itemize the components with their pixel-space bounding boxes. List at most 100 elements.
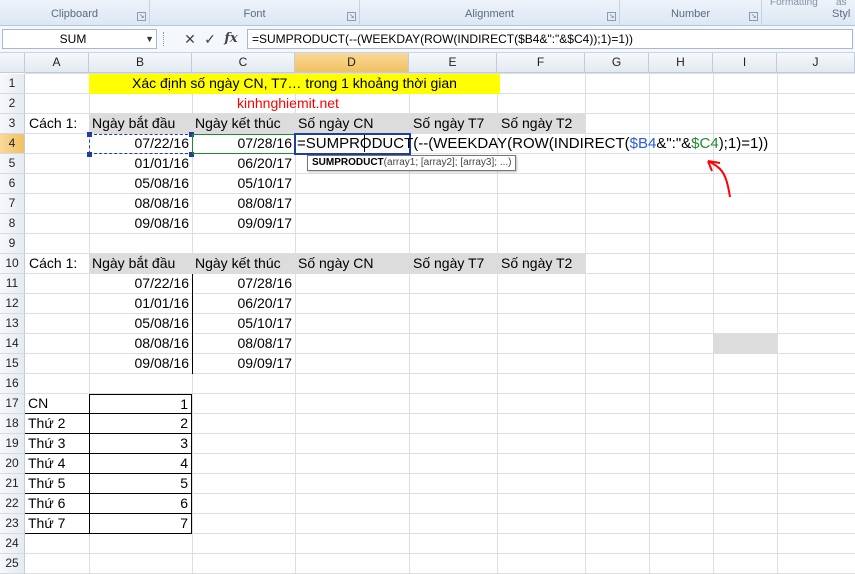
- header-start-date-2[interactable]: Ngày bắt đầu: [92, 254, 175, 274]
- weekday-name-cell[interactable]: Thứ 7: [25, 514, 89, 534]
- row-header-2[interactable]: 2: [0, 94, 25, 114]
- as-label[interactable]: as: [836, 0, 847, 8]
- header-saturday-count-2[interactable]: Số ngày T7: [413, 254, 484, 274]
- end-date-cell[interactable]: 06/20/17: [192, 154, 295, 174]
- alignment-launcher-icon[interactable]: ↘: [607, 12, 616, 21]
- col-header-j[interactable]: J: [777, 53, 855, 73]
- row-header-25[interactable]: 25: [0, 554, 25, 574]
- weekday-number-cell[interactable]: 5: [89, 474, 192, 494]
- row-header-20[interactable]: 20: [0, 454, 25, 474]
- row-header-23[interactable]: 23: [0, 514, 25, 534]
- method-label-1[interactable]: Cách 1:: [29, 114, 77, 134]
- row-header-10[interactable]: 10: [0, 254, 25, 274]
- row-header-8[interactable]: 8: [0, 214, 25, 234]
- col-header-d[interactable]: D: [295, 53, 409, 73]
- row-header-18[interactable]: 18: [0, 414, 25, 434]
- row-header-22[interactable]: 22: [0, 494, 25, 514]
- header-end-date-2[interactable]: Ngày kết thúc: [195, 254, 281, 274]
- row-header-12[interactable]: 12: [0, 294, 25, 314]
- enter-check-icon[interactable]: ✓: [201, 31, 219, 49]
- weekday-number-cell[interactable]: 6: [89, 494, 192, 514]
- end-date-cell[interactable]: 06/20/17: [192, 294, 295, 314]
- name-box-dropdown-icon[interactable]: ▼: [145, 30, 154, 48]
- in-cell-formula[interactable]: =SUMPRODUCT(--(WEEKDAY(ROW(INDIRECT($B4&…: [297, 134, 768, 154]
- end-date-cell[interactable]: 09/09/17: [192, 214, 295, 234]
- weekday-name-cell[interactable]: Thứ 6: [25, 494, 89, 514]
- start-date-cell[interactable]: 01/01/16: [89, 154, 192, 174]
- row-header-16[interactable]: 16: [0, 374, 25, 394]
- end-date-cell[interactable]: 07/28/16: [192, 274, 295, 294]
- start-date-cell[interactable]: 08/08/16: [89, 194, 192, 214]
- weekday-number-cell[interactable]: 7: [89, 514, 192, 534]
- weekday-name-cell[interactable]: Thứ 2: [25, 414, 89, 434]
- header-start-date-1[interactable]: Ngày bắt đầu: [92, 114, 175, 134]
- start-date-cell[interactable]: 07/22/16: [89, 274, 192, 294]
- row-header-11[interactable]: 11: [0, 274, 25, 294]
- row-header-21[interactable]: 21: [0, 474, 25, 494]
- start-date-cell[interactable]: 09/08/16: [89, 354, 192, 374]
- number-launcher-icon[interactable]: ↘: [749, 12, 758, 21]
- sheet-title[interactable]: Xác định số ngày CN, T7… trong 1 khoảng …: [89, 74, 500, 94]
- weekday-number-cell[interactable]: 2: [89, 414, 192, 434]
- ref-box-c4: [192, 134, 296, 154]
- header-end-date-1[interactable]: Ngày kết thúc: [195, 114, 281, 134]
- cancel-icon[interactable]: ✕: [181, 31, 199, 49]
- function-tooltip[interactable]: SUMPRODUCT(array1; [array2]; [array3]; .…: [307, 155, 517, 171]
- insert-function-icon[interactable]: fx: [222, 31, 240, 49]
- select-all-corner[interactable]: [0, 53, 25, 73]
- row-header-19[interactable]: 19: [0, 434, 25, 454]
- weekday-number-cell[interactable]: 3: [89, 434, 192, 454]
- row-header-7[interactable]: 7: [0, 194, 25, 214]
- ref-handle[interactable]: [87, 152, 92, 157]
- row-header-3[interactable]: 3: [0, 114, 25, 134]
- start-date-cell[interactable]: 08/08/16: [89, 334, 192, 354]
- ref-handle[interactable]: [87, 132, 92, 137]
- header-monday-count-1[interactable]: Số ngày T2: [501, 114, 572, 134]
- end-date-cell[interactable]: 05/10/17: [192, 314, 295, 334]
- end-date-cell[interactable]: 08/08/17: [192, 334, 295, 354]
- col-header-h[interactable]: H: [649, 53, 713, 73]
- col-header-g[interactable]: G: [585, 53, 649, 73]
- col-header-b[interactable]: B: [89, 53, 192, 73]
- name-box[interactable]: SUM ▼: [2, 29, 157, 49]
- weekday-name-cell[interactable]: Thứ 3: [25, 434, 89, 454]
- method-label-2[interactable]: Cách 1:: [29, 254, 77, 274]
- start-date-cell[interactable]: 05/08/16: [89, 174, 192, 194]
- end-date-cell[interactable]: 08/08/17: [192, 194, 295, 214]
- start-date-cell[interactable]: 01/01/16: [89, 294, 192, 314]
- row-header-17[interactable]: 17: [0, 394, 25, 414]
- col-header-f[interactable]: F: [497, 53, 585, 73]
- font-launcher-icon[interactable]: ↘: [347, 12, 356, 21]
- row-header-5[interactable]: 5: [0, 154, 25, 174]
- row-header-13[interactable]: 13: [0, 314, 25, 334]
- tooltip-function-name[interactable]: SUMPRODUCT: [312, 157, 384, 168]
- row-header-15[interactable]: 15: [0, 354, 25, 374]
- formula-bar-grip[interactable]: [163, 32, 166, 46]
- weekday-number-cell[interactable]: 4: [89, 454, 192, 474]
- col-header-e[interactable]: E: [409, 53, 497, 73]
- row-header-24[interactable]: 24: [0, 534, 25, 554]
- row-header-1[interactable]: 1: [0, 74, 25, 94]
- end-date-cell[interactable]: 09/09/17: [192, 354, 295, 374]
- row-header-9[interactable]: 9: [0, 234, 25, 254]
- formatting-label[interactable]: Formatting: [770, 0, 818, 8]
- weekday-name-cell[interactable]: Thứ 5: [25, 474, 89, 494]
- weekday-number-cell[interactable]: 1: [89, 394, 192, 414]
- clipboard-launcher-icon[interactable]: ↘: [137, 12, 146, 21]
- start-date-cell[interactable]: 09/08/16: [89, 214, 192, 234]
- row-header-6[interactable]: 6: [0, 174, 25, 194]
- row-header-14[interactable]: 14: [0, 334, 25, 354]
- header-monday-count-2[interactable]: Số ngày T2: [501, 254, 572, 274]
- weekday-name-cell[interactable]: CN: [25, 394, 89, 414]
- col-header-i[interactable]: I: [713, 53, 777, 73]
- weekday-name-cell[interactable]: Thứ 4: [25, 454, 89, 474]
- formula-input[interactable]: =SUMPRODUCT(--(WEEKDAY(ROW(INDIRECT($B4&…: [247, 29, 853, 49]
- header-sunday-count-1[interactable]: Số ngày CN: [298, 114, 373, 134]
- end-date-cell[interactable]: 05/10/17: [192, 174, 295, 194]
- header-saturday-count-1[interactable]: Số ngày T7: [413, 114, 484, 134]
- header-sunday-count-2[interactable]: Số ngày CN: [298, 254, 373, 274]
- row-header-4[interactable]: 4: [0, 134, 25, 154]
- col-header-a[interactable]: A: [25, 53, 89, 73]
- col-header-c[interactable]: C: [192, 53, 295, 73]
- start-date-cell[interactable]: 05/08/16: [89, 314, 192, 334]
